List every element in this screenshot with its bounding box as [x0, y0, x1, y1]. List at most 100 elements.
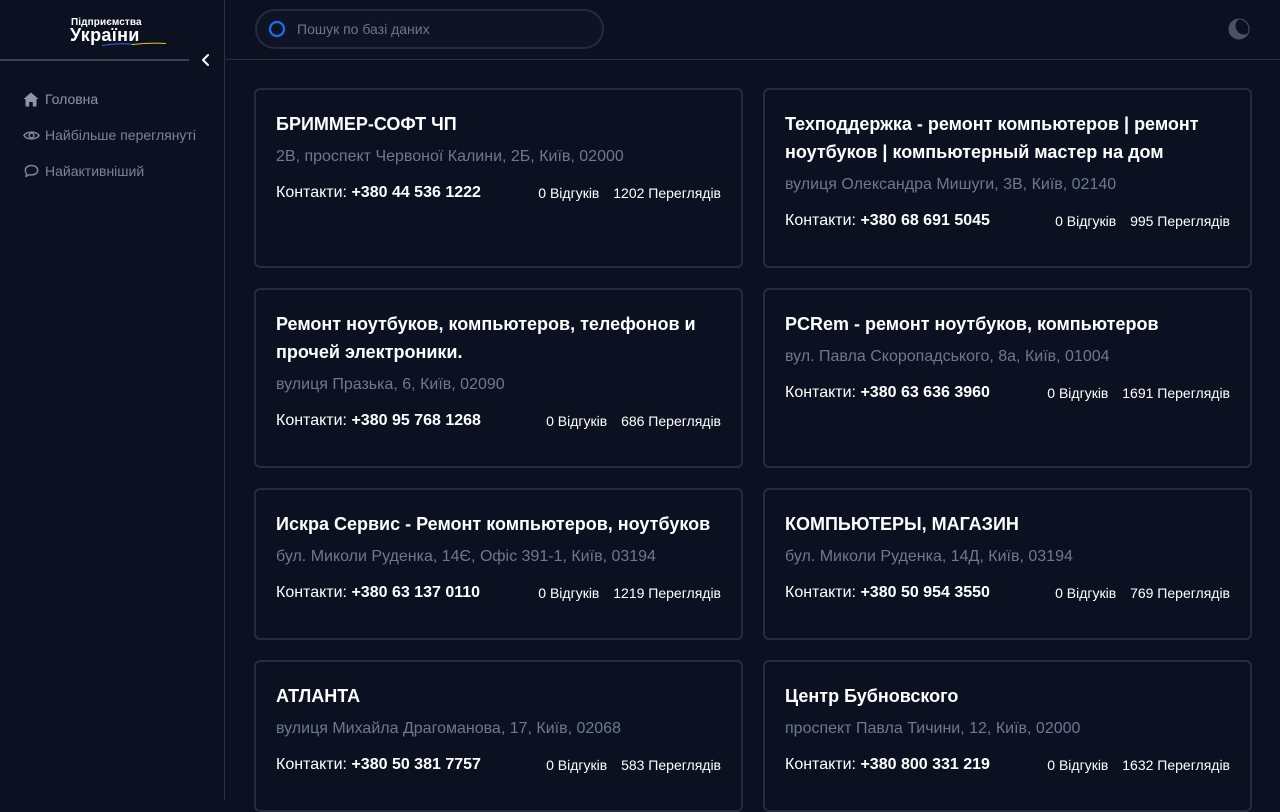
card-contacts: Контакти: +380 68 691 5045: [785, 212, 990, 230]
collapse-sidebar-button[interactable]: [196, 50, 216, 70]
card-views: 769 Переглядів: [1130, 585, 1230, 601]
card-address: 2В, проспект Червоної Калини, 2Б, Київ, …: [276, 148, 624, 165]
business-card[interactable]: Центр Бубновского проспект Павла Тичини,…: [763, 660, 1252, 812]
chat-icon: [22, 163, 40, 179]
contacts-label: Контакти:: [785, 756, 856, 773]
topbar: [226, 0, 1280, 60]
card-phone[interactable]: +380 95 768 1268: [351, 412, 480, 429]
card-stats: 0 Відгуків 1691 Переглядів: [1047, 385, 1230, 401]
card-contacts: Контакти: +380 50 381 7757: [276, 756, 481, 774]
card-title[interactable]: Искра Сервис - Ремонт компьютеров, ноутб…: [276, 510, 721, 538]
card-reviews: 0 Відгуків: [1047, 757, 1109, 773]
business-card[interactable]: Техподдержка - ремонт компьютеров | ремо…: [763, 88, 1252, 268]
sidebar-item-most-viewed[interactable]: Найбільше переглянуті: [22, 124, 196, 146]
card-reviews: 0 Відгуків: [546, 757, 608, 773]
card-reviews: 0 Відгуків: [1055, 585, 1117, 601]
sidebar-item-most-active[interactable]: Найактивніший: [22, 160, 196, 182]
business-card[interactable]: PCRem - ремонт ноутбуков, компьютеров ву…: [763, 288, 1252, 468]
search-box[interactable]: [255, 9, 604, 49]
card-views: 1691 Переглядів: [1122, 385, 1230, 401]
card-views: 995 Переглядів: [1130, 213, 1230, 229]
card-stats: 0 Відгуків 1632 Переглядів: [1047, 757, 1230, 773]
flag-underline-icon: [102, 42, 166, 46]
card-views: 1202 Переглядів: [613, 185, 721, 201]
business-card[interactable]: БРИММЕР-СОФТ ЧП 2В, проспект Червоної Ка…: [254, 88, 743, 268]
card-stats: 0 Відгуків 1202 Переглядів: [538, 185, 721, 201]
card-address: проспект Павла Тичини, 12, Київ, 02000: [785, 720, 1081, 737]
card-views: 686 Переглядів: [621, 413, 721, 429]
card-phone[interactable]: +380 44 536 1222: [351, 184, 480, 201]
home-icon: [22, 91, 40, 107]
card-footer: Контакти: +380 50 954 3550 0 Відгуків 76…: [785, 583, 1230, 603]
moon-icon: [1228, 17, 1253, 40]
card-title[interactable]: PCRem - ремонт ноутбуков, компьютеров: [785, 310, 1230, 338]
business-card[interactable]: АТЛАНТА вулиця Михайла Драгоманова, 17, …: [254, 660, 743, 812]
contacts-label: Контакти:: [785, 584, 856, 601]
logo[interactable]: Підприємства України: [70, 16, 170, 50]
card-stats: 0 Відгуків 1219 Переглядів: [538, 585, 721, 601]
card-footer: Контакти: +380 63 636 3960 0 Відгуків 16…: [785, 383, 1230, 403]
card-contacts: Контакти: +380 800 331 219: [785, 756, 990, 774]
card-address: бул. Миколи Руденка, 14Є, Офіс 391-1, Ки…: [276, 548, 656, 565]
contacts-label: Контакти:: [276, 584, 347, 601]
card-stats: 0 Відгуків 686 Переглядів: [546, 413, 721, 429]
card-phone[interactable]: +380 63 636 3960: [860, 384, 989, 401]
card-reviews: 0 Відгуків: [1047, 385, 1109, 401]
card-footer: Контакти: +380 44 536 1222 0 Відгуків 12…: [276, 183, 721, 203]
card-phone[interactable]: +380 800 331 219: [860, 756, 989, 773]
card-title[interactable]: АТЛАНТА: [276, 682, 721, 710]
card-phone[interactable]: +380 50 954 3550: [860, 584, 989, 601]
card-title[interactable]: Центр Бубновского: [785, 682, 1230, 710]
card-views: 1632 Переглядів: [1122, 757, 1230, 773]
card-contacts: Контакти: +380 63 137 0110: [276, 584, 480, 602]
contacts-label: Контакти:: [276, 184, 347, 201]
card-footer: Контакти: +380 68 691 5045 0 Відгуків 99…: [785, 211, 1230, 231]
card-views: 583 Переглядів: [621, 757, 721, 773]
contacts-label: Контакти:: [785, 212, 856, 229]
card-title[interactable]: КОМПЬЮТЕРЫ, МАГАЗИН: [785, 510, 1230, 538]
contacts-label: Контакти:: [276, 412, 347, 429]
card-address: вулиця Олександра Мишуги, 3В, Київ, 0214…: [785, 176, 1117, 193]
card-contacts: Контакти: +380 63 636 3960: [785, 384, 990, 402]
sidebar-item-label: Найактивніший: [45, 163, 145, 179]
card-phone[interactable]: +380 68 691 5045: [860, 212, 989, 229]
card-reviews: 0 Відгуків: [538, 585, 600, 601]
card-stats: 0 Відгуків 583 Переглядів: [546, 757, 721, 773]
contacts-label: Контакти:: [276, 756, 347, 773]
theme-toggle-button[interactable]: [1227, 17, 1253, 41]
business-card[interactable]: Искра Сервис - Ремонт компьютеров, ноутб…: [254, 488, 743, 640]
card-footer: Контакти: +380 63 137 0110 0 Відгуків 12…: [276, 583, 721, 603]
card-title[interactable]: Техподдержка - ремонт компьютеров | ремо…: [785, 110, 1230, 166]
sidebar: Підприємства України Головна Найбільше п…: [0, 0, 225, 800]
card-address: вулиця Празька, 6, Київ, 02090: [276, 376, 505, 393]
card-address: вул. Павла Скоропадського, 8а, Київ, 010…: [785, 348, 1110, 365]
contacts-label: Контакти:: [785, 384, 856, 401]
business-card[interactable]: КОМПЬЮТЕРЫ, МАГАЗИН бул. Миколи Руденка,…: [763, 488, 1252, 640]
card-footer: Контакти: +380 95 768 1268 0 Відгуків 68…: [276, 411, 721, 431]
eye-icon: [22, 127, 40, 143]
card-phone[interactable]: +380 63 137 0110: [351, 584, 480, 601]
search-icon: [267, 19, 287, 39]
chevron-left-icon: [202, 54, 209, 66]
sidebar-item-label: Найбільше переглянуті: [45, 127, 196, 143]
card-footer: Контакти: +380 50 381 7757 0 Відгуків 58…: [276, 755, 721, 775]
card-reviews: 0 Відгуків: [546, 413, 608, 429]
sidebar-item-label: Головна: [45, 91, 99, 107]
search-input[interactable]: [297, 21, 587, 37]
card-reviews: 0 Відгуків: [538, 185, 600, 201]
card-phone[interactable]: +380 50 381 7757: [351, 756, 480, 773]
card-contacts: Контакти: +380 44 536 1222: [276, 184, 481, 202]
card-title[interactable]: Ремонт ноутбуков, компьютеров, телефонов…: [276, 310, 721, 366]
card-stats: 0 Відгуків 995 Переглядів: [1055, 213, 1230, 229]
card-contacts: Контакти: +380 50 954 3550: [785, 584, 990, 602]
sidebar-nav: Головна Найбільше переглянуті Найактивні…: [22, 88, 196, 196]
card-footer: Контакти: +380 800 331 219 0 Відгуків 16…: [785, 755, 1230, 775]
card-reviews: 0 Відгуків: [1055, 213, 1117, 229]
card-title[interactable]: БРИММЕР-СОФТ ЧП: [276, 110, 721, 138]
business-card[interactable]: Ремонт ноутбуков, компьютеров, телефонов…: [254, 288, 743, 468]
sidebar-divider: [0, 59, 189, 61]
card-address: бул. Миколи Руденка, 14Д, Київ, 03194: [785, 548, 1073, 565]
sidebar-item-home[interactable]: Головна: [22, 88, 196, 110]
card-contacts: Контакти: +380 95 768 1268: [276, 412, 481, 430]
card-stats: 0 Відгуків 769 Переглядів: [1055, 585, 1230, 601]
